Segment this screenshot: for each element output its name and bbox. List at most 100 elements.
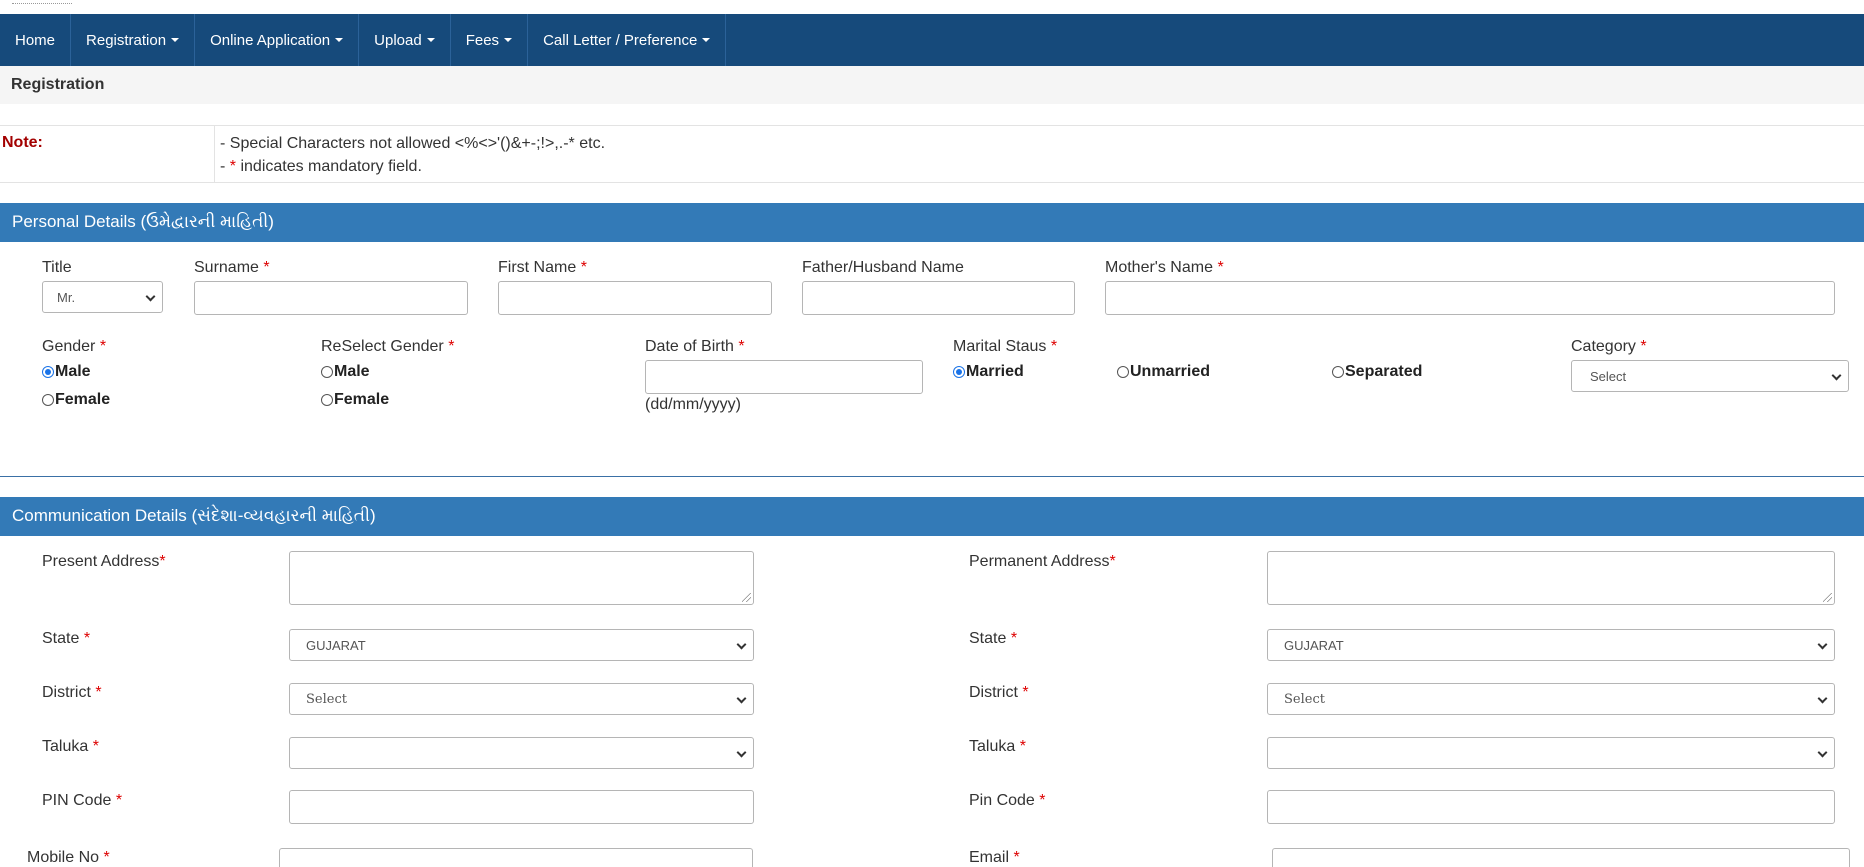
email-label: Email * [969, 849, 1020, 866]
radio-empty-icon [321, 394, 333, 406]
reselect-gender-female-radio[interactable]: Female [321, 391, 389, 409]
nav-call-letter-label: Call Letter / Preference [543, 31, 698, 49]
reselect-gender-male-radio[interactable]: Male [321, 363, 370, 381]
gender-female-radio[interactable]: Female [42, 391, 110, 409]
chevron-down-icon [1817, 639, 1828, 650]
note-dash: - [220, 158, 230, 175]
radio-empty-icon [1332, 366, 1344, 378]
nav-home[interactable]: Home [0, 14, 72, 66]
chevron-down-icon [145, 291, 156, 302]
category-select-value: Select [1590, 368, 1627, 384]
permanent-state-label: State * [969, 630, 1018, 647]
permanent-district-label: District * [969, 684, 1029, 701]
note-label: Note: [0, 126, 215, 182]
radio-empty-icon [42, 394, 54, 406]
radio-selected-icon [953, 366, 965, 378]
caret-down-icon [426, 38, 435, 42]
personal-details-heading: Personal Details (ઉમેદ્વારની માહિતી) [0, 203, 1864, 242]
mothers-name-label: Mother's Name * [1105, 259, 1224, 276]
father-husband-name-label: Father/Husband Name [802, 259, 964, 276]
top-strip [0, 0, 1864, 14]
permanent-pin-code-label: Pin Code * [969, 792, 1046, 809]
category-select[interactable]: Select [1571, 360, 1849, 392]
permanent-taluka-select[interactable] [1267, 737, 1835, 769]
permanent-taluka-label: Taluka * [969, 738, 1026, 755]
mobile-no-label: Mobile No * [27, 849, 110, 866]
resize-grip-icon[interactable] [742, 593, 751, 602]
logo-fragment [12, 0, 72, 4]
marital-unmarried-label: Unmarried [1130, 363, 1211, 380]
title-select-value: Mr. [57, 289, 76, 305]
chevron-down-icon [1817, 693, 1828, 704]
title-label: Title [42, 259, 72, 276]
mobile-no-input[interactable] [279, 848, 753, 867]
resize-grip-icon[interactable] [1823, 593, 1832, 602]
radio-empty-icon [321, 366, 333, 378]
category-label: Category * [1571, 338, 1647, 355]
chevron-down-icon [1817, 747, 1828, 758]
nav-upload[interactable]: Upload [359, 14, 451, 66]
first-name-label: First Name * [498, 259, 587, 276]
father-husband-name-input[interactable] [802, 281, 1075, 315]
mothers-name-input[interactable] [1105, 281, 1835, 315]
gender-male-radio[interactable]: Male [42, 363, 91, 381]
note-mandatory-text: indicates mandatory field. [236, 158, 422, 175]
district-label: District * [42, 684, 102, 701]
marital-unmarried-radio[interactable]: Unmarried [1117, 363, 1210, 381]
page-title: Registration [0, 66, 1864, 104]
permanent-address-label: Permanent Address* [969, 553, 1116, 570]
chevron-down-icon [736, 747, 747, 758]
present-address-label: Present Address* [42, 553, 166, 570]
marital-status-label: Marital Staus * [953, 338, 1058, 355]
note-line-special-chars: - Special Characters not allowed <%<>'()… [220, 135, 606, 152]
nav-call-letter[interactable]: Call Letter / Preference [528, 14, 727, 66]
permanent-address-textarea[interactable] [1267, 551, 1835, 605]
communication-details-heading: Communication Details (સંદેશા-વ્યવહારની … [0, 497, 1864, 536]
date-format-hint: (dd/mm/yyyy) [645, 396, 741, 413]
first-name-input[interactable] [498, 281, 772, 315]
taluka-select[interactable] [289, 737, 754, 769]
district-select[interactable]: Select [289, 683, 754, 715]
permanent-state-select[interactable]: GUJARAT [1267, 629, 1835, 661]
permanent-pin-code-input[interactable] [1267, 790, 1835, 824]
reselect-gender-label: ReSelect Gender * [321, 338, 455, 355]
district-select-value: Select [306, 691, 347, 707]
permanent-state-select-value: GUJARAT [1284, 637, 1344, 653]
caret-down-icon [335, 38, 344, 42]
email-input[interactable] [1272, 848, 1850, 867]
chevron-down-icon [736, 639, 747, 650]
section-divider [0, 476, 1864, 477]
title-select[interactable]: Mr. [42, 281, 163, 313]
note-panel: Note: - Special Characters not allowed <… [0, 125, 1864, 183]
nav-home-label: Home [15, 31, 56, 49]
marital-married-label: Married [966, 363, 1024, 380]
nav-online-application[interactable]: Online Application [195, 14, 360, 66]
state-label: State * [42, 630, 91, 647]
chevron-down-icon [736, 693, 747, 704]
reselect-gender-male-label: Male [334, 363, 370, 380]
marital-separated-radio[interactable]: Separated [1332, 363, 1422, 381]
pin-code-input[interactable] [289, 790, 754, 824]
marital-separated-label: Separated [1345, 363, 1423, 380]
gender-female-label: Female [55, 391, 111, 408]
present-address-textarea[interactable] [289, 551, 754, 605]
surname-label: Surname * [194, 259, 270, 276]
nav-registration[interactable]: Registration [71, 14, 196, 66]
state-select[interactable]: GUJARAT [289, 629, 754, 661]
nav-registration-label: Registration [86, 31, 167, 49]
permanent-district-select[interactable]: Select [1267, 683, 1835, 715]
note-line-mandatory: - * indicates mandatory field. [220, 155, 605, 178]
gender-male-label: Male [55, 363, 91, 380]
note-text: - Special Characters not allowed <%<>'()… [215, 126, 610, 182]
marital-married-radio[interactable]: Married [953, 363, 1024, 381]
pin-code-label: PIN Code * [42, 792, 123, 809]
taluka-label: Taluka * [42, 738, 99, 755]
caret-down-icon [504, 38, 513, 42]
gender-label: Gender * [42, 338, 107, 355]
nav-fees[interactable]: Fees [451, 14, 529, 66]
main-navbar: Home Registration Online Application Upl… [0, 14, 1864, 66]
reselect-gender-female-label: Female [334, 391, 390, 408]
surname-input[interactable] [194, 281, 468, 315]
date-of-birth-input[interactable] [645, 360, 923, 394]
nav-upload-label: Upload [374, 31, 422, 49]
